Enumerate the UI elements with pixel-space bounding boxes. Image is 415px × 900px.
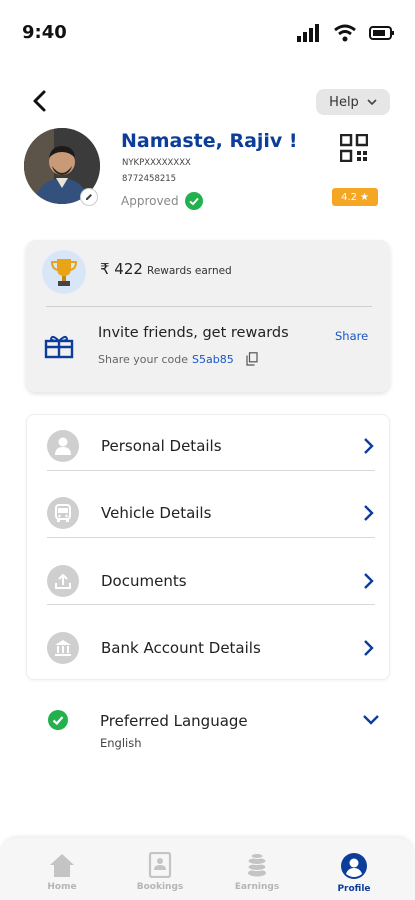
chevron-down-icon xyxy=(367,99,377,106)
greeting: Namaste, Rajiv ! xyxy=(121,130,298,152)
divider xyxy=(46,306,372,307)
preferred-language-row[interactable]: Preferred Language English xyxy=(26,700,390,760)
nav-label: Home xyxy=(47,882,77,892)
row-label: Documents xyxy=(101,572,187,590)
approval-label: Approved xyxy=(121,194,179,208)
user-phone: 8772458215 xyxy=(122,174,177,184)
rating-value: 4.2 xyxy=(341,191,357,203)
bus-icon xyxy=(47,497,79,529)
chevron-right-icon xyxy=(364,438,374,454)
back-button[interactable] xyxy=(28,88,52,114)
rewards-card: ₹ 422 Rewards earned Invite friends, get… xyxy=(26,240,390,392)
nav-earnings[interactable]: Earnings xyxy=(222,852,292,898)
nav-label: Bookings xyxy=(136,882,184,892)
rewards-label: Rewards earned xyxy=(147,265,232,277)
qr-code-icon[interactable] xyxy=(340,134,368,162)
language-value: English xyxy=(100,736,142,750)
status-icons xyxy=(297,24,395,42)
bottom-nav: Home Bookings Earnings Profile xyxy=(0,838,415,900)
home-icon xyxy=(50,854,74,877)
divider xyxy=(47,537,375,538)
gift-icon xyxy=(44,335,74,359)
star-icon: ★ xyxy=(359,191,369,203)
edit-avatar-button[interactable] xyxy=(80,188,98,206)
status-time: 9:40 xyxy=(22,22,67,43)
language-title: Preferred Language xyxy=(100,712,248,730)
trophy-icon xyxy=(42,250,86,294)
row-label: Personal Details xyxy=(101,437,222,455)
battery-icon xyxy=(369,26,394,40)
chevron-right-icon xyxy=(364,640,374,656)
bank-icon xyxy=(47,632,79,664)
status-bar: 9:40 xyxy=(0,0,415,66)
documents-row[interactable]: Documents xyxy=(27,550,391,616)
help-button[interactable]: Help xyxy=(316,89,390,115)
wifi-icon xyxy=(334,24,356,42)
upload-icon xyxy=(47,565,79,597)
person-icon xyxy=(47,430,79,462)
nav-label: Profile xyxy=(337,884,371,894)
chevron-down-icon xyxy=(363,715,379,725)
user-id: NYKPXXXXXXXX xyxy=(122,158,191,168)
referral-code: Share your code S5ab85 xyxy=(98,352,258,366)
nav-home[interactable]: Home xyxy=(27,852,97,898)
code-value: S5ab85 xyxy=(192,352,234,366)
invite-title: Invite friends, get rewards xyxy=(98,325,289,341)
profile-icon xyxy=(341,853,367,879)
personal-details-row[interactable]: Personal Details xyxy=(27,415,391,481)
help-label: Help xyxy=(329,94,359,110)
nav-profile[interactable]: Profile xyxy=(319,852,389,898)
copy-icon[interactable] xyxy=(246,352,258,366)
nav-label: Earnings xyxy=(234,882,280,892)
approval-status: Approved xyxy=(121,192,203,210)
divider xyxy=(47,604,375,605)
profile-header: Namaste, Rajiv ! NYKPXXXXXXXX 8772458215… xyxy=(24,128,394,218)
chevron-right-icon xyxy=(364,573,374,589)
row-label: Vehicle Details xyxy=(101,504,212,522)
coins-icon xyxy=(247,853,267,877)
rewards-amount: ₹ 422 xyxy=(100,260,143,278)
nav-bookings[interactable]: Bookings xyxy=(125,852,195,898)
vehicle-details-row[interactable]: Vehicle Details xyxy=(27,482,391,548)
pencil-icon xyxy=(86,194,92,200)
share-link[interactable]: Share xyxy=(335,329,368,343)
details-card: Personal Details Vehicle Details Documen… xyxy=(26,414,390,680)
signal-icon xyxy=(297,24,319,42)
chevron-right-icon xyxy=(364,505,374,521)
divider xyxy=(47,470,375,471)
check-circle-icon xyxy=(184,192,203,210)
check-circle-icon xyxy=(48,710,68,730)
rating-badge: 4.2 ★ xyxy=(332,188,378,206)
row-label: Bank Account Details xyxy=(101,639,261,657)
bank-account-details-row[interactable]: Bank Account Details xyxy=(27,617,391,683)
code-label: Share your code xyxy=(98,352,188,366)
bookings-icon xyxy=(148,852,172,878)
